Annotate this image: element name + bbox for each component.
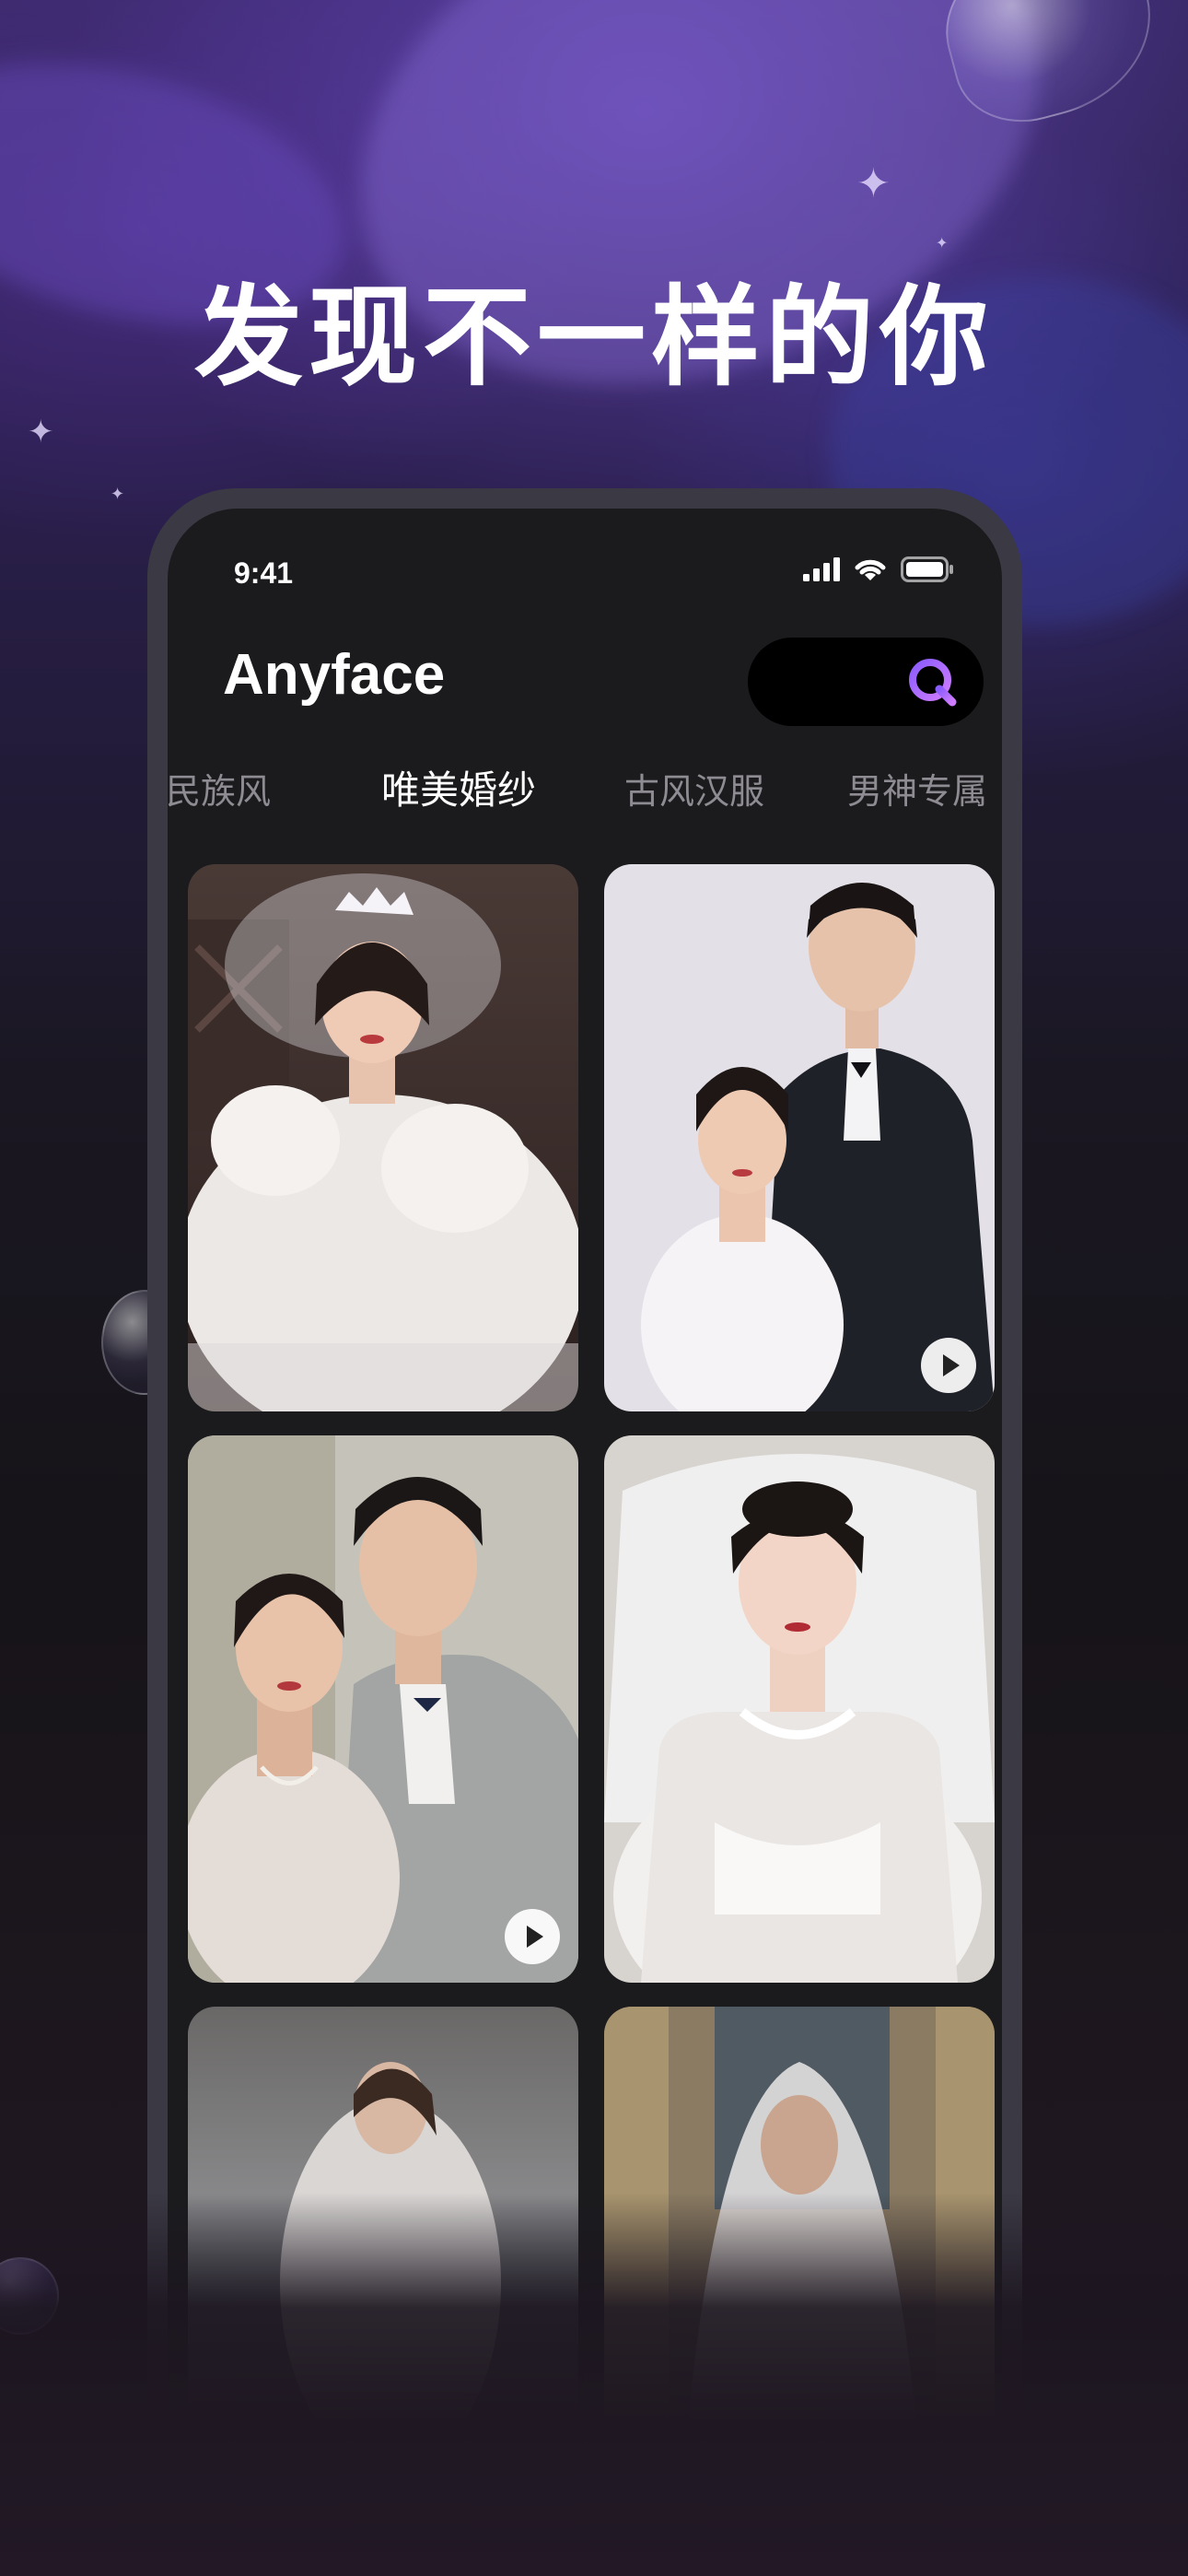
battery-icon xyxy=(901,556,953,582)
photo-card[interactable] xyxy=(604,864,995,1411)
bride-pearl-necklace-photo xyxy=(604,1435,995,1983)
sparkle-icon: ✦ xyxy=(28,414,54,451)
tab-menswear[interactable]: 男神专属 xyxy=(847,763,987,814)
tab-hanfu[interactable]: 古风汉服 xyxy=(624,763,764,814)
photo-card[interactable] xyxy=(604,1435,995,1983)
sparkle-icon: ✦ xyxy=(856,160,891,207)
category-tabs: 民族风 唯美婚纱 古风汉服 男神专属 xyxy=(168,755,1002,829)
sparkle-icon: ✦ xyxy=(111,485,125,504)
photo-card[interactable] xyxy=(188,1435,578,1983)
bottom-fade-overlay xyxy=(0,2193,1188,2576)
status-bar: 9:41 xyxy=(168,509,1002,610)
wifi-icon xyxy=(855,559,886,580)
cellular-signal-icon xyxy=(803,557,840,581)
tab-ethnic-style[interactable]: 民族风 xyxy=(168,763,271,814)
photo-card[interactable] xyxy=(188,864,578,1411)
play-icon xyxy=(527,1926,543,1948)
status-icons xyxy=(803,556,954,582)
play-icon xyxy=(943,1354,960,1376)
headline: 发现不一样的你 xyxy=(193,274,994,401)
couple-suit-wedding-photo xyxy=(604,864,995,1411)
bride-veil-tiara-photo xyxy=(188,864,578,1411)
search-button[interactable] xyxy=(748,638,984,726)
tab-wedding-dress[interactable]: 唯美婚纱 xyxy=(381,759,536,815)
play-video-button[interactable] xyxy=(505,1909,560,1964)
promo-screen: ✦ ✦ ✦ ✦ 发现不一样的你 9:41 Anyface 民族风 唯美婚纱 古风… xyxy=(0,0,1188,2576)
search-q-icon xyxy=(909,659,957,707)
play-video-button[interactable] xyxy=(921,1338,976,1393)
status-time: 9:41 xyxy=(234,556,294,590)
couple-embrace-photo xyxy=(188,1435,578,1983)
app-title: Anyface xyxy=(223,643,446,707)
